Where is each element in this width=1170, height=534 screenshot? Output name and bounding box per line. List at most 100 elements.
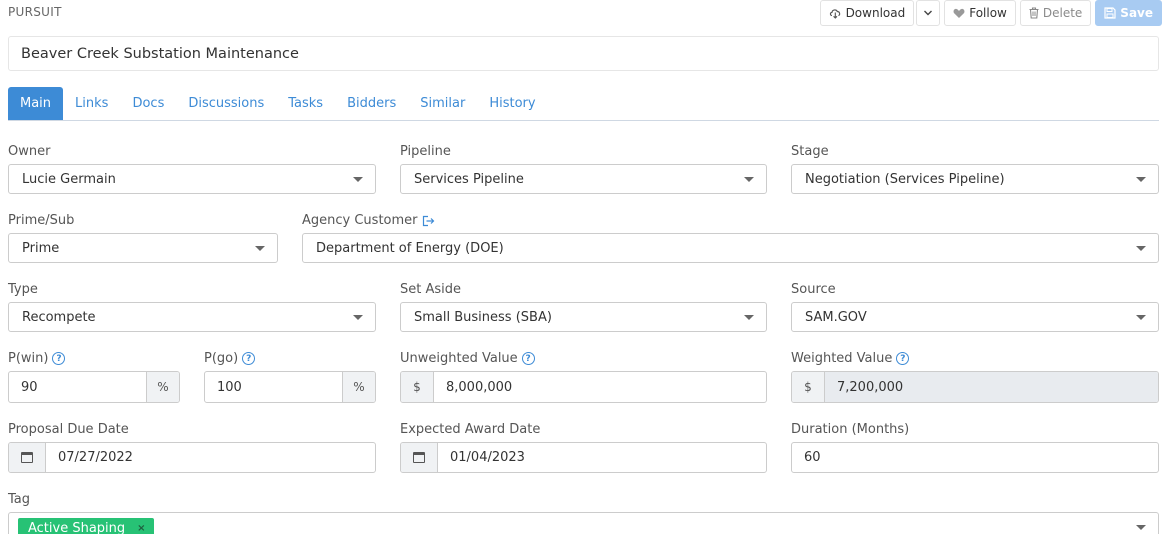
help-icon[interactable]: ? — [242, 352, 256, 365]
weighted-value-field: 7,200,000 — [825, 372, 1158, 402]
unweighted-value-input[interactable]: 8,000,000 — [434, 372, 766, 402]
agency-customer-label-text: Agency Customer — [302, 213, 418, 228]
prime-sub-value: Prime — [22, 240, 60, 256]
external-link-icon[interactable] — [422, 215, 435, 227]
follow-label: Follow — [969, 6, 1007, 20]
tab-links[interactable]: Links — [63, 87, 120, 120]
help-icon[interactable]: ? — [896, 352, 910, 365]
floppy-disk-icon — [1104, 7, 1116, 19]
pipeline-label: Pipeline — [400, 144, 451, 159]
p-go-input[interactable]: 100 — [205, 372, 342, 402]
chevron-down-icon — [924, 10, 933, 16]
set-aside-select[interactable]: Small Business (SBA) — [400, 302, 767, 332]
set-aside-value: Small Business (SBA) — [414, 309, 552, 325]
agency-customer-select[interactable]: Department of Energy (DOE) — [302, 233, 1159, 263]
percent-addon: % — [146, 372, 179, 402]
tab-history[interactable]: History — [477, 87, 547, 120]
expected-award-date-input-group: 01/04/2023 — [400, 442, 767, 473]
pipeline-value: Services Pipeline — [414, 171, 524, 187]
source-select[interactable]: SAM.GOV — [791, 302, 1159, 332]
unweighted-value-label: Unweighted Value ? — [400, 351, 535, 366]
trash-icon — [1029, 7, 1039, 19]
calendar-button[interactable] — [9, 443, 46, 472]
download-button[interactable]: Download — [819, 0, 915, 26]
p-win-input[interactable]: 90 — [9, 372, 146, 402]
percent-addon: % — [342, 372, 375, 402]
delete-button[interactable]: Delete — [1019, 0, 1092, 26]
owner-label: Owner — [8, 144, 51, 159]
p-go-label-text: P(go) — [204, 351, 239, 366]
currency-addon: $ — [401, 372, 434, 402]
p-go-input-group: 100 % — [204, 371, 376, 403]
expected-award-date-label: Expected Award Date — [400, 422, 541, 437]
caret-down-icon — [744, 177, 754, 182]
p-win-label-text: P(win) — [8, 351, 49, 366]
caret-down-icon — [1136, 525, 1146, 530]
p-win-input-group: 90 % — [8, 371, 180, 403]
tab-tasks[interactable]: Tasks — [276, 87, 335, 120]
expected-award-date-input[interactable]: 01/04/2023 — [438, 443, 766, 472]
source-label: Source — [791, 282, 836, 297]
duration-label: Duration (Months) — [791, 422, 910, 437]
owner-value: Lucie Germain — [22, 171, 116, 187]
caret-down-icon — [744, 315, 754, 320]
pursuit-name-input[interactable]: Beaver Creek Substation Maintenance — [8, 36, 1159, 71]
tab-main[interactable]: Main — [8, 87, 64, 120]
download-options-button[interactable] — [916, 0, 941, 26]
calendar-button[interactable] — [401, 443, 438, 472]
tag-chip-label: Active Shaping — [28, 520, 126, 534]
cloud-download-icon — [829, 9, 840, 19]
caret-down-icon — [353, 177, 363, 182]
p-go-label: P(go) ? — [204, 351, 256, 366]
type-select[interactable]: Recompete — [8, 302, 376, 332]
tab-discussions[interactable]: Discussions — [176, 87, 276, 120]
calendar-icon — [21, 452, 33, 463]
save-button[interactable]: Save — [1095, 0, 1162, 26]
delete-label: Delete — [1042, 6, 1083, 20]
remove-tag-icon[interactable]: × — [137, 523, 145, 534]
duration-input[interactable]: 60 — [792, 443, 1158, 472]
proposal-due-date-input[interactable]: 07/27/2022 — [46, 443, 375, 472]
tag-select[interactable]: Active Shaping × — [8, 512, 1159, 534]
stage-select[interactable]: Negotiation (Services Pipeline) — [791, 164, 1159, 194]
tab-docs[interactable]: Docs — [120, 87, 176, 120]
source-value: SAM.GOV — [805, 309, 867, 325]
caret-down-icon — [353, 315, 363, 320]
currency-addon: $ — [792, 372, 825, 402]
pursuit-name-value: Beaver Creek Substation Maintenance — [21, 45, 299, 62]
stage-label: Stage — [791, 144, 829, 159]
weighted-value-input-group: $ 7,200,000 — [791, 371, 1159, 403]
owner-select[interactable]: Lucie Germain — [8, 164, 376, 194]
calendar-icon — [413, 452, 425, 463]
p-win-label: P(win) ? — [8, 351, 66, 366]
duration-input-group: 60 — [791, 442, 1159, 473]
pipeline-select[interactable]: Services Pipeline — [400, 164, 767, 194]
toolbar: Download Follow Delete Save — [819, 0, 1162, 26]
prime-sub-label: Prime/Sub — [8, 213, 75, 228]
stage-value: Negotiation (Services Pipeline) — [805, 171, 1005, 187]
section-title: PURSUIT — [8, 5, 62, 19]
unweighted-value-input-group: $ 8,000,000 — [400, 371, 767, 403]
heart-icon — [953, 8, 965, 18]
set-aside-label: Set Aside — [400, 282, 462, 297]
tab-bidders[interactable]: Bidders — [335, 87, 408, 120]
proposal-due-date-label: Proposal Due Date — [8, 422, 129, 437]
tab-similar[interactable]: Similar — [408, 87, 477, 120]
caret-down-icon — [1136, 315, 1146, 320]
save-label: Save — [1120, 6, 1153, 20]
download-label: Download — [845, 6, 906, 20]
caret-down-icon — [255, 246, 265, 251]
caret-down-icon — [1136, 246, 1146, 251]
type-label: Type — [8, 282, 38, 297]
weighted-value-label: Weighted Value ? — [791, 351, 910, 366]
agency-customer-value: Department of Energy (DOE) — [316, 240, 504, 256]
help-icon[interactable]: ? — [52, 352, 66, 365]
agency-customer-label: Agency Customer — [302, 213, 435, 228]
weighted-value-label-text: Weighted Value — [791, 351, 893, 366]
prime-sub-select[interactable]: Prime — [8, 233, 278, 263]
follow-button[interactable]: Follow — [944, 0, 1016, 26]
help-icon[interactable]: ? — [521, 352, 535, 365]
tag-chip: Active Shaping × — [18, 518, 154, 534]
tag-label: Tag — [8, 492, 31, 507]
proposal-due-date-input-group: 07/27/2022 — [8, 442, 376, 473]
